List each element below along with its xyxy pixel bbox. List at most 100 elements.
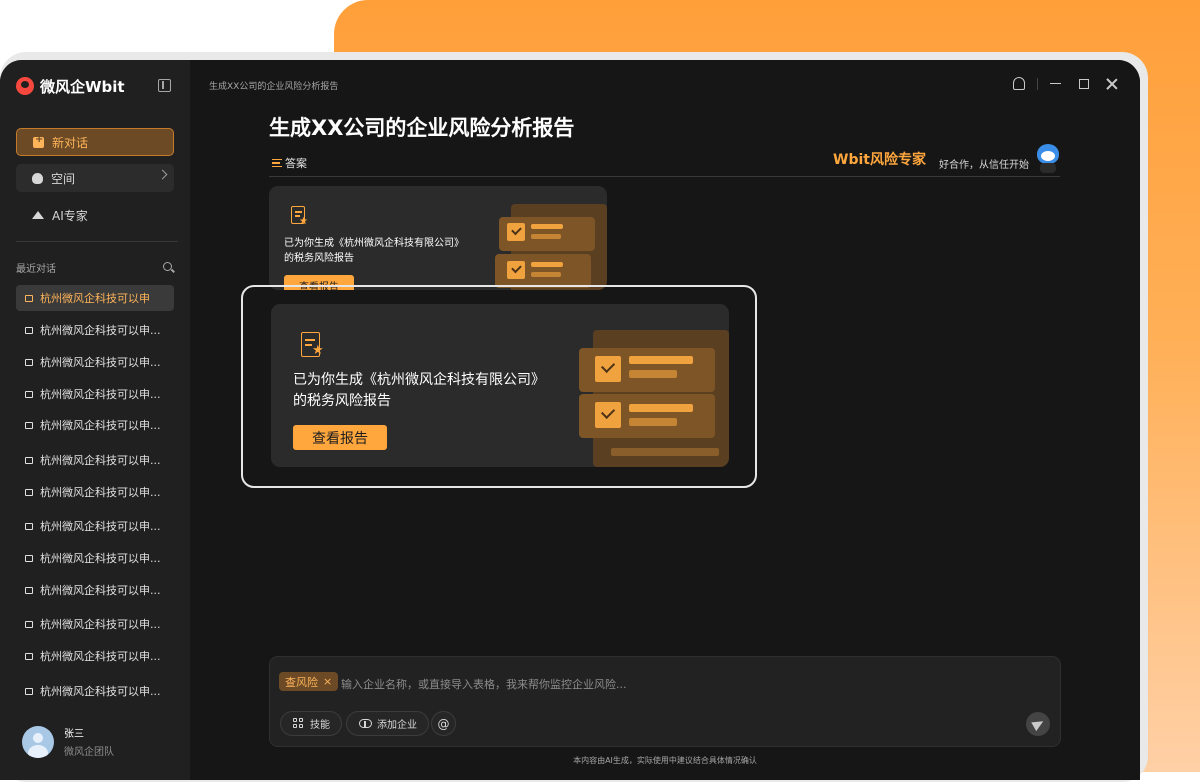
report-text: 已为你生成《杭州微风企科技有限公司》 的税务风险报告 [293, 370, 545, 412]
conversation-item[interactable]: 杭州微风企科技可以申... [16, 611, 174, 637]
list-icon [272, 159, 282, 167]
conversation-title: 杭州微风企科技可以申... [40, 685, 161, 698]
report-line-2: 的税务风险报告 [284, 253, 354, 264]
chat-icon [25, 294, 33, 302]
chat-icon [25, 687, 33, 695]
avatar[interactable] [22, 725, 54, 758]
conversation-item[interactable]: 杭州微风企科技可以申... [16, 643, 174, 669]
conversation-title: 杭州微风企科技可以申... [40, 388, 161, 401]
conversation-item[interactable]: 杭州微风企科技可以申... [16, 349, 174, 375]
answer-label: 答案 [285, 157, 307, 170]
conversation-title: 杭州微风企科技可以申... [40, 520, 161, 533]
close-icon[interactable]: × [323, 675, 332, 688]
app-name: 微风企Wbit [40, 77, 125, 96]
sidebar-collapse-icon[interactable] [158, 79, 171, 92]
conversation-item[interactable]: 杭州微风企科技可以申... [16, 513, 174, 539]
conversation-item[interactable]: 杭州微风企科技可以申... [16, 317, 174, 343]
grid-icon [293, 718, 304, 729]
bell-icon[interactable] [1013, 77, 1025, 90]
space-icon [32, 172, 43, 184]
star-icon: ★ [299, 216, 308, 227]
chat-icon [25, 390, 33, 398]
answer-section-label: 答案 [272, 155, 307, 171]
space-label: 空间 [51, 171, 76, 186]
conversation-item[interactable]: 杭州微风企科技可以申... [16, 381, 174, 407]
graduation-cap-icon [32, 211, 44, 219]
chat-icon [25, 456, 33, 464]
ai-expert-label: AI专家 [52, 208, 88, 223]
user-name: 张三 [64, 729, 84, 740]
risk-tag-label: 查风险 [285, 675, 318, 689]
conversation-title: 杭州微风企科技可以申... [40, 356, 161, 369]
conversation-item[interactable]: 杭州微风企科技可以申... [16, 678, 174, 704]
app-window: 微风企Wbit 新对话 空间 AI专家 最近对话 杭州微风企科技可以申 杭州微风… [0, 60, 1140, 780]
chat-icon [25, 652, 33, 660]
star-icon: ★ [312, 343, 324, 358]
conversation-item[interactable]: 杭州微风企科技可以申... [16, 447, 174, 473]
conversation-title: 杭州微风企科技可以申... [40, 584, 161, 597]
sidebar: 微风企Wbit 新对话 空间 AI专家 最近对话 杭州微风企科技可以申 杭州微风… [0, 60, 190, 780]
chat-composer: 查风险 × 输入企业名称，或直接导入表格，我来帮你监控企业风险... 技能 添加… [269, 656, 1061, 747]
conversation-title: 杭州微风企科技可以申... [40, 618, 161, 631]
checklist-illustration [579, 330, 729, 467]
conversation-title: 杭州微风企科技可以申... [40, 419, 161, 432]
report-card-highlighted[interactable]: ★ 已为你生成《杭州微风企科技有限公司》 的税务风险报告 查看报告 [271, 304, 729, 467]
mention-button[interactable]: @ [431, 711, 456, 736]
report-line-1: 已为你生成《杭州微风企科技有限公司》 [284, 238, 464, 249]
conversation-item[interactable]: 杭州微风企科技可以申... [16, 479, 174, 505]
chat-icon [25, 522, 33, 530]
report-line-2: 的税务风险报告 [293, 393, 391, 409]
sidebar-divider [16, 241, 178, 242]
skills-button[interactable]: 技能 [280, 711, 342, 736]
conversation-title: 杭州微风企科技可以申... [40, 552, 161, 565]
conversation-item[interactable]: 杭州微风企科技可以申... [16, 545, 174, 571]
conversation-title: 杭州微风企科技可以申... [40, 324, 161, 337]
chat-icon [25, 421, 33, 429]
report-line-1: 已为你生成《杭州微风企科技有限公司》 [293, 372, 545, 388]
recent-title: 最近对话 [16, 264, 56, 275]
sidebar-item-ai-expert[interactable]: AI专家 [16, 201, 174, 229]
conversation-item[interactable]: 杭州微风企科技可以申... [16, 577, 174, 603]
conversation-title: 杭州微风企科技可以申... [40, 486, 161, 499]
send-button[interactable] [1026, 712, 1050, 736]
new-chat-button[interactable]: 新对话 [16, 128, 174, 156]
chat-icon [25, 554, 33, 562]
close-icon[interactable] [1106, 78, 1118, 90]
chat-icon [25, 586, 33, 594]
conversation-item[interactable]: 杭州微风企科技可以申... [16, 412, 174, 438]
user-info: 张三 微风企团队 [64, 725, 114, 758]
chat-icon [25, 326, 33, 334]
page-title: 生成XX公司的企业风险分析报告 [269, 116, 575, 140]
add-company-button[interactable]: 添加企业 [346, 711, 429, 736]
user-team: 微风企团队 [64, 747, 114, 758]
chat-icon [25, 620, 33, 628]
message-input[interactable]: 输入企业名称，或直接导入表格，我来帮你监控企业风险... [341, 676, 627, 692]
expert-slogan: 好合作，从信任开始 [939, 160, 1029, 171]
user-profile[interactable]: 张三 微风企团队 [22, 725, 114, 758]
maximize-icon[interactable] [1079, 78, 1089, 89]
sidebar-item-space[interactable]: 空间 [16, 164, 174, 192]
conversation-title: 杭州微风企科技可以申... [40, 650, 161, 663]
window-controls [1013, 77, 1118, 90]
conversation-title: 杭州微风企科技可以申 [40, 292, 150, 305]
chat-icon [25, 358, 33, 366]
main-panel: 生成XX公司的企业风险分析报告 生成XX公司的企业风险分析报告 答案 Wbit风… [190, 60, 1140, 780]
conversation-title: 杭州微风企科技可以申... [40, 454, 161, 467]
cloud-upload-icon [359, 719, 372, 728]
report-card[interactable]: ★ 已为你生成《杭州微风企科技有限公司》 的税务风险报告 查看报告 [269, 186, 607, 290]
minimize-icon[interactable] [1050, 82, 1061, 85]
checklist-illustration [495, 204, 607, 290]
ai-disclaimer: 本内容由AI生成，实际使用中建议结合具体情况确认 [573, 756, 757, 765]
add-company-label: 添加企业 [377, 720, 417, 731]
report-text: 已为你生成《杭州微风企科技有限公司》 的税务风险报告 [284, 236, 464, 266]
view-report-button[interactable]: 查看报告 [293, 425, 387, 450]
skills-label: 技能 [310, 720, 330, 731]
risk-tag[interactable]: 查风险 × [279, 672, 339, 691]
conversation-item[interactable]: 杭州微风企科技可以申 [16, 285, 174, 311]
new-chat-icon [33, 134, 44, 148]
breadcrumb: 生成XX公司的企业风险分析报告 [209, 82, 339, 92]
new-chat-label: 新对话 [52, 135, 89, 150]
search-icon[interactable] [163, 262, 172, 271]
brand: 微风企Wbit [16, 74, 125, 98]
controls-separator [1037, 77, 1038, 90]
